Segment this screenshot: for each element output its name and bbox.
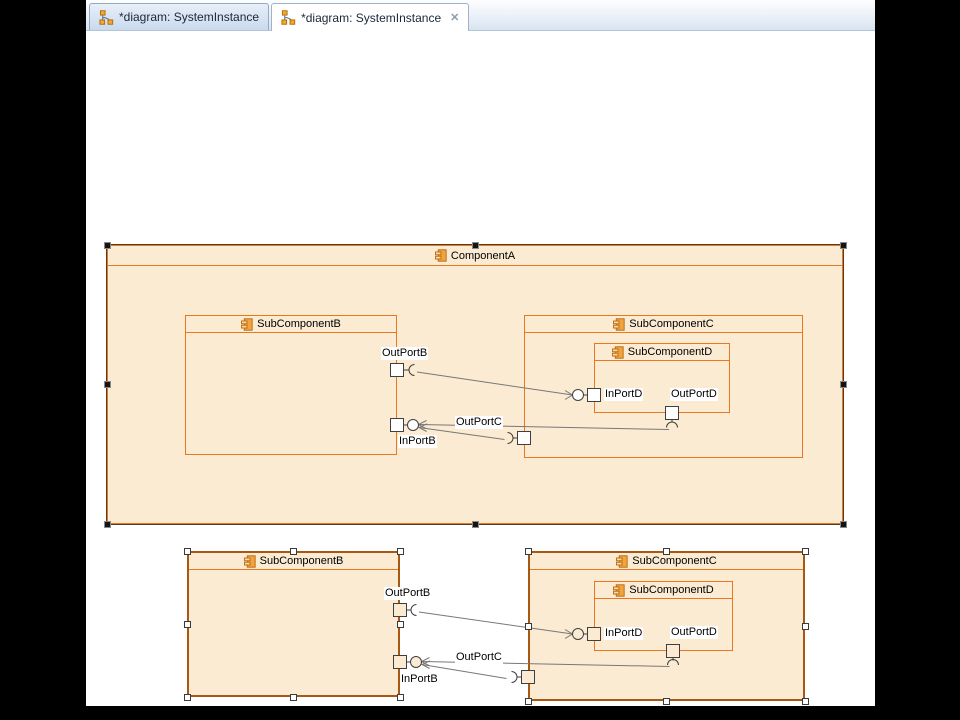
sub-component-d-top[interactable]: SubComponentD: [594, 343, 730, 413]
component-icon: [613, 584, 625, 597]
port-label-outportb[interactable]: OutPortB: [381, 347, 428, 360]
component-title: SubComponentD: [629, 584, 713, 596]
selection-handle[interactable]: [184, 621, 191, 628]
selection-handle[interactable]: [104, 242, 111, 249]
selection-handle[interactable]: [290, 548, 297, 555]
component-title: SubComponentB: [260, 555, 344, 567]
tab-label: *diagram: SystemInstance: [119, 10, 259, 24]
component-title: SubComponentB: [257, 318, 341, 330]
component-icon: [613, 318, 625, 331]
port-label-inportb[interactable]: InPortB: [398, 435, 437, 448]
selection-handle[interactable]: [104, 381, 111, 388]
component-title: ComponentA: [451, 250, 515, 262]
selection-handle[interactable]: [525, 548, 532, 555]
selection-handle[interactable]: [802, 698, 809, 705]
port-label-outportc[interactable]: OutPortC: [455, 651, 503, 664]
tab-diagram-systeminstance-2[interactable]: *diagram: SystemInstance ✕: [271, 3, 469, 31]
diagram-icon: [281, 10, 296, 25]
port-label-inportd[interactable]: InPortD: [604, 627, 643, 640]
selection-handle[interactable]: [104, 521, 111, 528]
diagram-icon: [99, 10, 114, 25]
port-label-outportc[interactable]: OutPortC: [455, 416, 503, 429]
diagram-canvas[interactable]: ComponentA SubComponentB SubComp: [86, 31, 875, 706]
port-label-outportd[interactable]: OutPortD: [670, 388, 718, 401]
sub-component-d-bottom[interactable]: SubComponentD: [594, 581, 733, 651]
sub-component-b-bottom[interactable]: SubComponentB: [187, 551, 400, 697]
selection-handle[interactable]: [397, 621, 404, 628]
selection-handle[interactable]: [802, 548, 809, 555]
selection-handle[interactable]: [840, 381, 847, 388]
selection-handle[interactable]: [802, 623, 809, 630]
component-icon: [241, 318, 253, 331]
sub-component-b-top[interactable]: SubComponentB: [185, 315, 397, 455]
editor-tab-bar: *diagram: SystemInstance *diagram: Syste…: [86, 0, 875, 31]
component-icon: [244, 555, 256, 568]
selection-handle[interactable]: [472, 242, 479, 249]
selection-handle[interactable]: [663, 698, 670, 705]
component-title: SubComponentC: [632, 555, 716, 567]
selection-handle[interactable]: [840, 242, 847, 249]
port-label-inportd[interactable]: InPortD: [604, 388, 643, 401]
close-icon[interactable]: ✕: [450, 11, 459, 24]
selection-handle[interactable]: [397, 548, 404, 555]
component-icon: [616, 555, 628, 568]
port-label-inportb[interactable]: InPortB: [400, 673, 439, 686]
selection-handle[interactable]: [290, 694, 297, 701]
selection-handle[interactable]: [184, 548, 191, 555]
selection-handle[interactable]: [663, 548, 670, 555]
tab-diagram-systeminstance-1[interactable]: *diagram: SystemInstance: [89, 3, 269, 30]
component-title: SubComponentC: [629, 318, 713, 330]
component-icon: [612, 346, 624, 359]
port-label-outportb[interactable]: OutPortB: [384, 587, 431, 600]
selection-handle[interactable]: [840, 521, 847, 528]
component-icon: [435, 249, 447, 262]
editor-window: *diagram: SystemInstance *diagram: Syste…: [86, 0, 875, 706]
tab-label: *diagram: SystemInstance: [301, 11, 441, 25]
selection-handle[interactable]: [397, 694, 404, 701]
selection-handle[interactable]: [472, 521, 479, 528]
component-title: SubComponentD: [628, 346, 712, 358]
port-label-outportd[interactable]: OutPortD: [670, 626, 718, 639]
selection-handle[interactable]: [525, 698, 532, 705]
selection-handle[interactable]: [184, 694, 191, 701]
selection-handle[interactable]: [525, 623, 532, 630]
